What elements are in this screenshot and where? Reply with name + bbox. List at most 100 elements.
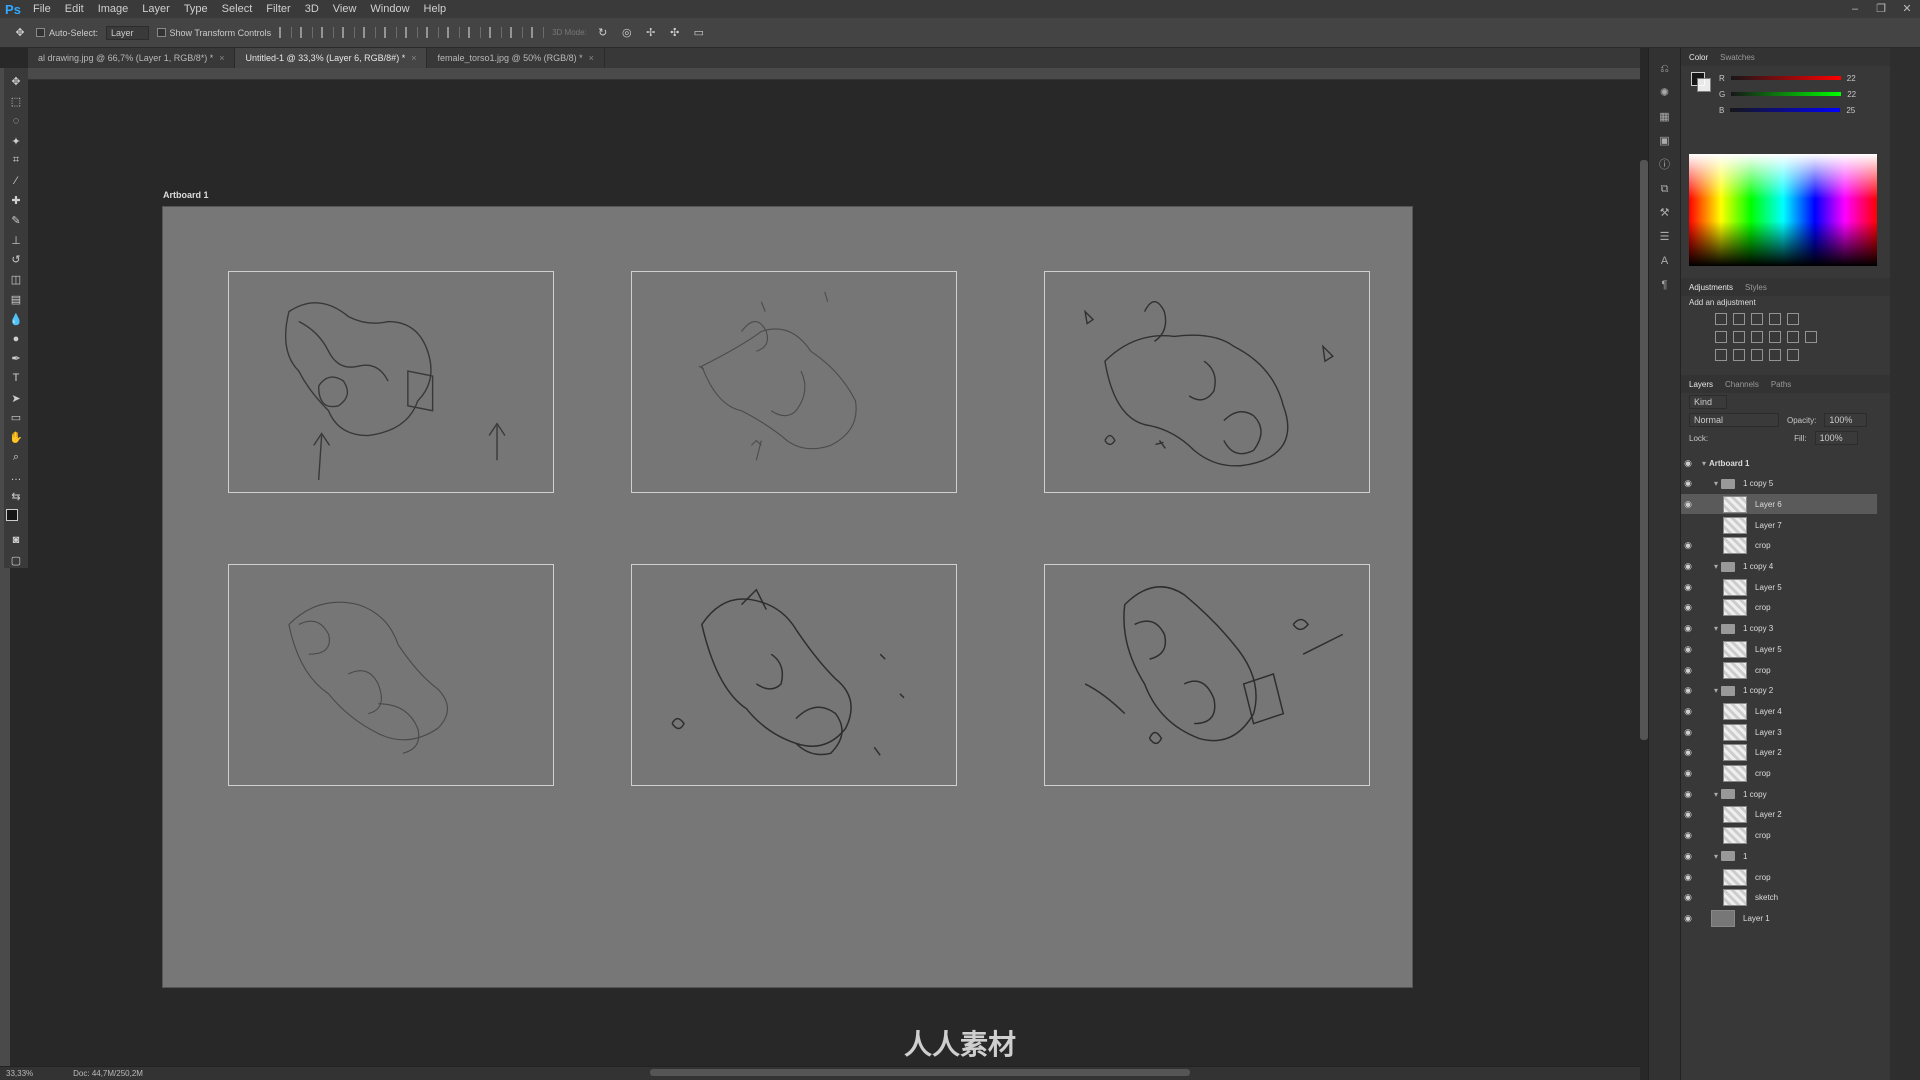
expand-chevron-icon[interactable]: ▾	[1711, 686, 1721, 695]
visibility-eye-icon[interactable]: ◉	[1681, 913, 1695, 924]
clone-source-icon[interactable]: ⧉	[1658, 182, 1672, 196]
visibility-eye-icon[interactable]: ◉	[1681, 747, 1695, 758]
tab-styles[interactable]: Styles	[1745, 283, 1767, 292]
visibility-eye-icon[interactable]: ◉	[1681, 582, 1695, 593]
pen-tool-icon[interactable]: ✒	[8, 351, 24, 367]
3d-pan-icon[interactable]: ✢	[643, 25, 659, 41]
layer-row[interactable]: ◉ crop	[1681, 536, 1877, 556]
properties-icon[interactable]: ☰	[1658, 230, 1672, 244]
visibility-eye-icon[interactable]: ◉	[1681, 830, 1695, 841]
expand-chevron-icon[interactable]: ▾	[1699, 459, 1709, 468]
visibility-eye-icon[interactable]: ◉	[1681, 458, 1695, 469]
hue-saturation-icon[interactable]	[1715, 331, 1727, 343]
auto-align-icon[interactable]	[531, 27, 545, 38]
visibility-eye-icon[interactable]: ◉	[1681, 602, 1695, 613]
path-selection-tool-icon[interactable]: ➤	[8, 390, 24, 406]
type-tool-icon[interactable]: T	[8, 370, 24, 386]
tab-channels[interactable]: Channels	[1725, 380, 1759, 389]
color-balance-icon[interactable]	[1733, 331, 1745, 343]
blend-mode-dropdown[interactable]: Normal	[1689, 413, 1779, 427]
blue-slider-bar[interactable]	[1730, 108, 1841, 112]
tab-paths[interactable]: Paths	[1771, 380, 1791, 389]
3d-rotate-icon[interactable]: ↻	[595, 25, 611, 41]
photo-filter-icon[interactable]	[1769, 331, 1781, 343]
more-tools-icon[interactable]: …	[8, 469, 24, 485]
history-icon[interactable]: ⎌	[1658, 62, 1672, 76]
tab-color[interactable]: Color	[1689, 53, 1708, 62]
document-tab[interactable]: al drawing.jpg @ 66,7% (Layer 1, RGB/8*)…	[28, 48, 236, 68]
distribute-right-icon[interactable]	[510, 27, 524, 38]
histogram-icon[interactable]: ▦	[1658, 110, 1672, 124]
blur-tool-icon[interactable]: 💧	[8, 311, 24, 327]
eyedropper-tool-icon[interactable]: ⁄	[8, 173, 24, 189]
horizontal-scrollbar[interactable]	[650, 1069, 1190, 1076]
layer-row[interactable]: ◉ Layer 6	[1681, 494, 1877, 515]
distribute-hcenter-icon[interactable]	[489, 27, 503, 38]
tool-presets-icon[interactable]: ⚒	[1658, 206, 1672, 220]
transform-controls-checkbox[interactable]: Show Transform Controls	[156, 28, 271, 38]
layer-row[interactable]: ◉ crop	[1681, 867, 1877, 887]
close-tab-icon[interactable]: ×	[589, 53, 594, 63]
layer-row[interactable]: ◉ ▾ 1 copy 3	[1681, 619, 1877, 639]
visibility-eye-icon[interactable]: ◉	[1681, 540, 1695, 551]
expand-chevron-icon[interactable]: ▾	[1711, 479, 1721, 488]
character-icon[interactable]: A	[1658, 254, 1672, 268]
screen-mode-icon[interactable]: ▢	[8, 552, 24, 568]
auto-select-checkbox[interactable]: Auto-Select:	[36, 28, 98, 38]
red-slider-bar[interactable]	[1730, 76, 1841, 80]
visibility-eye-icon[interactable]: ◉	[1681, 478, 1695, 489]
healing-brush-tool-icon[interactable]: ✚	[8, 193, 24, 209]
history-brush-tool-icon[interactable]: ↺	[8, 252, 24, 268]
layer-row[interactable]: ◉ Layer 5	[1681, 639, 1877, 659]
visibility-eye-icon[interactable]: ◉	[1681, 561, 1695, 572]
align-hcenter-icon[interactable]	[363, 27, 377, 38]
brightness-icon[interactable]	[1715, 313, 1727, 325]
navigator-icon[interactable]: ▣	[1658, 134, 1672, 148]
distribute-left-icon[interactable]	[468, 27, 482, 38]
marquee-tool-icon[interactable]: ⬚	[8, 94, 24, 110]
expand-chevron-icon[interactable]: ▾	[1711, 562, 1721, 571]
layer-row[interactable]: ◉ Layer 2	[1681, 805, 1877, 825]
align-left-icon[interactable]	[342, 27, 356, 38]
layer-row[interactable]: ◉ Layer 2	[1681, 743, 1877, 763]
layer-row[interactable]: ◉ Layer 5	[1681, 577, 1877, 597]
visibility-eye-icon[interactable]: ◉	[1681, 809, 1695, 820]
visibility-eye-icon[interactable]: ◉	[1681, 623, 1695, 634]
3d-scale-icon[interactable]: ▭	[691, 25, 707, 41]
brush-tool-icon[interactable]: ✎	[8, 212, 24, 228]
layer-row[interactable]: ◉ Layer 4	[1681, 701, 1877, 721]
layer-row[interactable]: ◉ ▾ 1 copy	[1681, 784, 1877, 804]
foreground-background-colors[interactable]	[6, 508, 26, 529]
document-tab[interactable]: female_torso1.jpg @ 50% (RGB/8) * ×	[427, 48, 605, 68]
red-value[interactable]: 22	[1847, 74, 1856, 83]
gradient-tool-icon[interactable]: ▤	[8, 291, 24, 307]
tab-layers[interactable]: Layers	[1689, 380, 1713, 389]
visibility-eye-icon[interactable]: ◉	[1681, 665, 1695, 676]
crop-tool-icon[interactable]: ⌗	[8, 153, 24, 169]
expand-chevron-icon[interactable]: ▾	[1711, 624, 1721, 633]
invert-icon[interactable]	[1715, 349, 1727, 361]
layer-row[interactable]: ◉ Layer 1	[1681, 908, 1877, 928]
artboard-label[interactable]: Artboard 1	[163, 190, 209, 200]
paragraph-icon[interactable]: ¶	[1658, 278, 1672, 292]
selective-color-icon[interactable]	[1769, 349, 1781, 361]
tab-adjustments[interactable]: Adjustments	[1689, 283, 1733, 292]
curves-icon[interactable]	[1751, 313, 1763, 325]
visibility-eye-icon[interactable]: ◉	[1681, 872, 1695, 883]
green-slider[interactable]: G 22	[1681, 86, 1856, 102]
magic-wand-tool-icon[interactable]: ✦	[8, 133, 24, 149]
vibrance-icon[interactable]	[1787, 313, 1799, 325]
layer-row[interactable]: ◉ ▾ 1 copy 5	[1681, 474, 1877, 494]
layer-row[interactable]: ◉ ▾ 1 copy 4	[1681, 557, 1877, 577]
gradient-map-icon[interactable]	[1787, 349, 1799, 361]
zoom-tool-icon[interactable]: ⌕	[8, 450, 24, 466]
threshold-icon[interactable]	[1751, 349, 1763, 361]
hand-tool-icon[interactable]: ✋	[8, 430, 24, 446]
distribute-vcenter-icon[interactable]	[426, 27, 440, 38]
red-slider[interactable]: R 22	[1681, 70, 1856, 86]
green-value[interactable]: 22	[1847, 90, 1856, 99]
expand-chevron-icon[interactable]: ▾	[1711, 790, 1721, 799]
color-lookup-icon[interactable]	[1805, 331, 1817, 343]
opacity-field[interactable]: 100%	[1824, 413, 1868, 427]
visibility-eye-icon[interactable]: ◉	[1681, 706, 1695, 717]
